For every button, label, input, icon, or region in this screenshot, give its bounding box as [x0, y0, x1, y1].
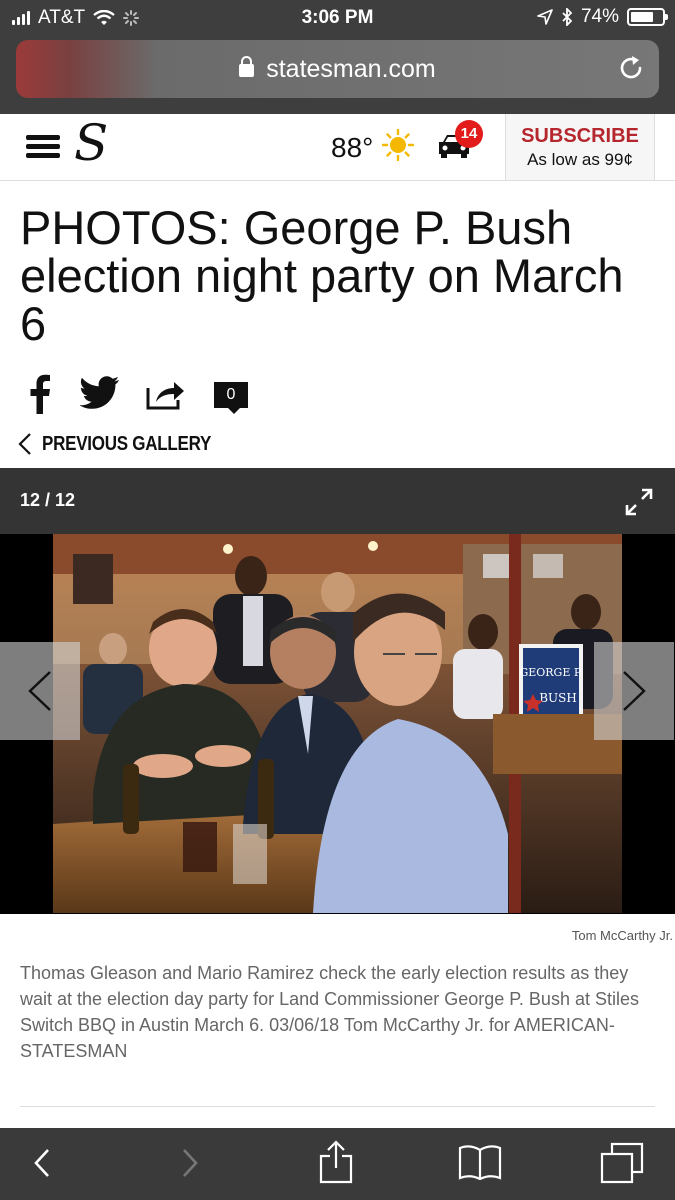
gallery-toolbar: 12 / 12 [0, 468, 675, 534]
weather-temperature[interactable]: 88° [331, 132, 373, 164]
sign-line-2: BUSH [539, 691, 577, 705]
gallery-counter: 12 / 12 [20, 490, 76, 510]
previous-gallery-label: PREVIOUS GALLERY [42, 432, 212, 455]
menu-icon[interactable] [26, 135, 60, 159]
share-sheet-button[interactable] [318, 1140, 354, 1189]
url-text: statesman.com [266, 55, 436, 83]
next-photo-button[interactable] [594, 642, 674, 740]
tabs-button[interactable] [600, 1142, 644, 1189]
share-row: 0 [26, 374, 286, 418]
battery-percent: 74% [580, 6, 619, 27]
photo-illustration: GEORGE P. BUSH for TEXAS LAND COMMISSION… [53, 534, 622, 913]
chevron-left-icon [28, 671, 51, 711]
url-display[interactable]: statesman.com [16, 55, 659, 84]
tabs-icon [600, 1142, 644, 1184]
site-header: S 88° 14 SUBSCRIBE As low as 99¢ [0, 114, 675, 181]
subscribe-price: As low as 99¢ [527, 150, 633, 169]
back-button[interactable] [32, 1146, 52, 1185]
share-icon[interactable] [146, 378, 186, 410]
lock-icon [239, 56, 255, 77]
photo-caption: Thomas Gleason and Mario Ramirez check t… [20, 963, 639, 1061]
sign-line-1: GEORGE P. [519, 666, 582, 679]
battery-icon [627, 8, 668, 26]
site-logo[interactable]: S [74, 118, 108, 168]
divider [20, 1106, 655, 1107]
previous-gallery-link[interactable]: PREVIOUS GALLERY [18, 432, 241, 456]
address-bar[interactable]: statesman.com [16, 40, 659, 98]
browser-chrome: AT&T 3:06 PM 74% statesman.com [0, 0, 675, 114]
gallery-stage: GEORGE P. BUSH for TEXAS LAND COMMISSION… [0, 534, 675, 914]
twitter-icon[interactable] [80, 376, 120, 410]
chevron-right-icon [623, 671, 646, 711]
page-title: PHOTOS: George P. Bush election night pa… [20, 201, 624, 350]
browser-toolbar [0, 1128, 675, 1200]
bookmarks-button[interactable] [458, 1144, 502, 1185]
chevron-left-icon [18, 433, 31, 455]
reload-icon[interactable] [617, 54, 645, 82]
bookmarks-icon [458, 1145, 502, 1181]
location-icon [537, 9, 553, 25]
status-bar: AT&T 3:06 PM 74% [0, 0, 675, 36]
sun-icon[interactable] [382, 129, 414, 161]
bluetooth-icon [562, 8, 573, 26]
subscribe-title: SUBSCRIBE [521, 125, 639, 147]
share-sheet-icon [319, 1140, 353, 1184]
photo-credit: Tom McCarthy Jr. [571, 928, 673, 943]
expand-icon[interactable] [625, 488, 653, 516]
traffic-count-badge[interactable]: 14 [455, 120, 483, 148]
gallery-photo[interactable]: GEORGE P. BUSH for TEXAS LAND COMMISSION… [53, 534, 622, 913]
facebook-icon[interactable] [28, 374, 52, 414]
status-right: 74% [537, 6, 668, 28]
back-icon [34, 1149, 49, 1177]
previous-photo-button[interactable] [0, 642, 80, 740]
subscribe-button[interactable]: SUBSCRIBE As low as 99¢ [505, 114, 655, 180]
forward-button[interactable] [180, 1146, 200, 1185]
comment-count[interactable]: 0 [214, 382, 248, 414]
forward-icon [183, 1149, 198, 1177]
